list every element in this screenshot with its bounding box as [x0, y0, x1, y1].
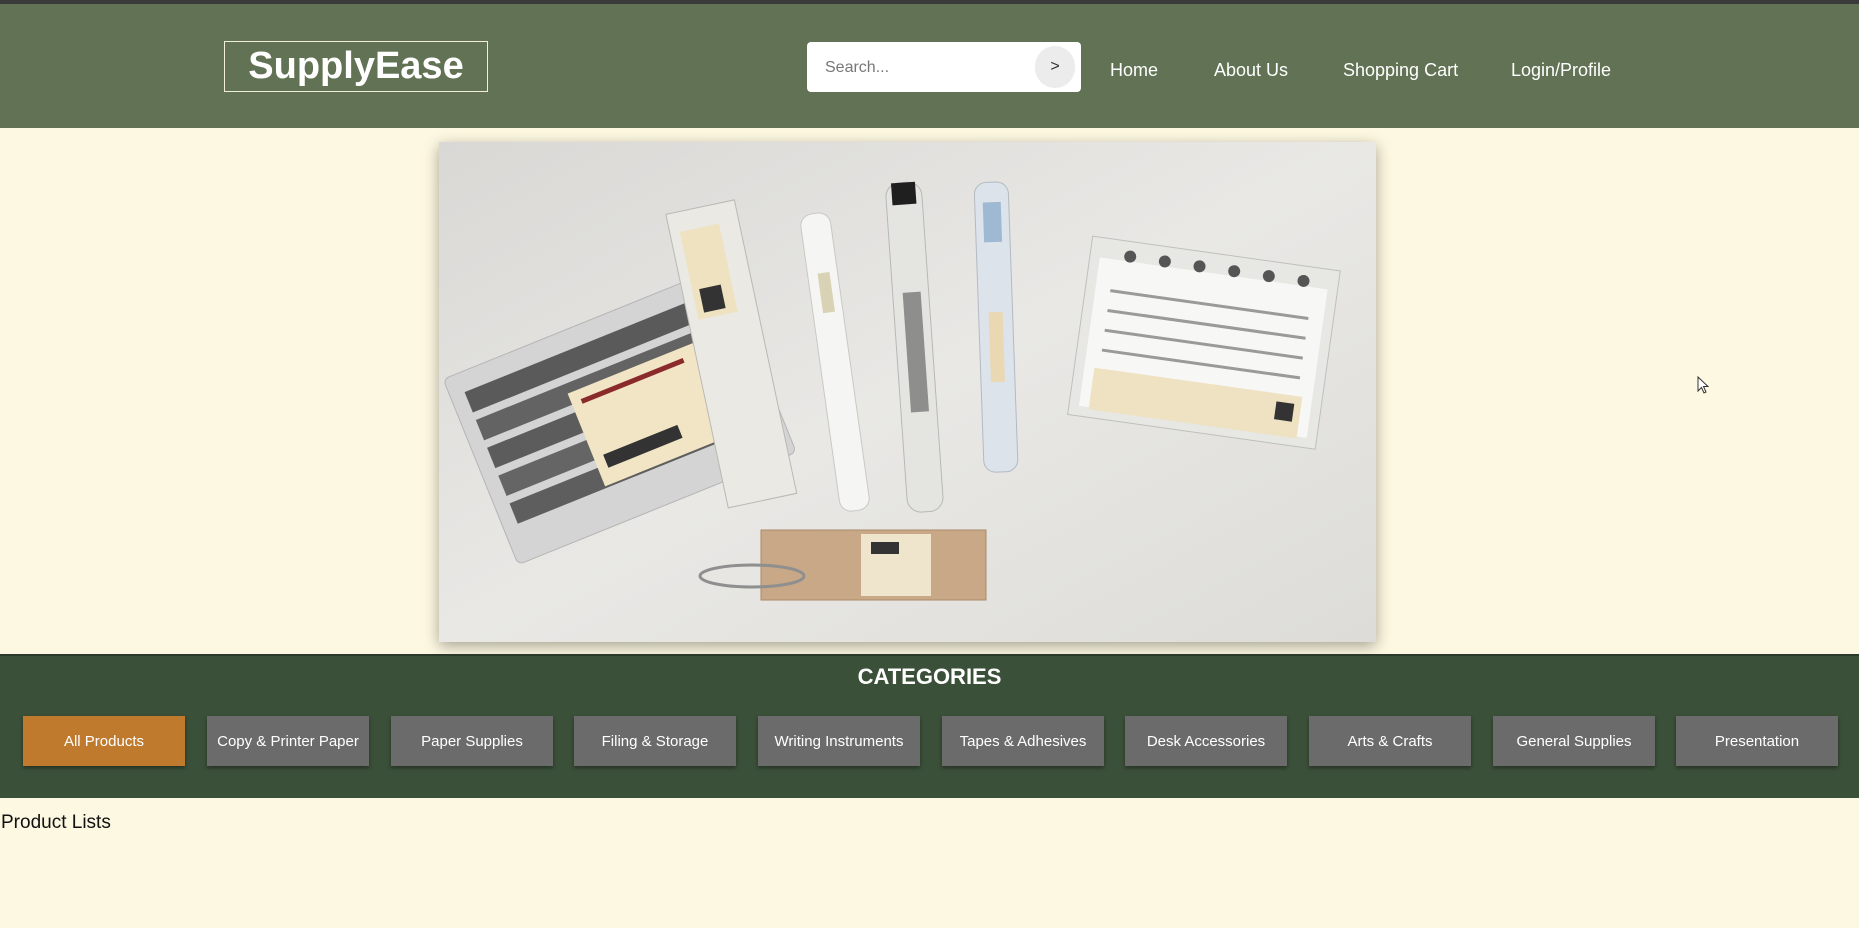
mouse-cursor-icon — [1697, 376, 1709, 394]
category-button-filing-storage[interactable]: Filing & Storage — [574, 716, 736, 766]
nav-about-link[interactable]: About Us — [1214, 60, 1288, 81]
site-logo[interactable]: SupplyEase — [224, 41, 488, 92]
category-button-general-supplies[interactable]: General Supplies — [1493, 716, 1655, 766]
category-button-all-products[interactable]: All Products — [23, 716, 185, 766]
hero-image — [439, 142, 1376, 642]
site-header: SupplyEase > Home About Us Shopping Cart… — [0, 4, 1859, 128]
category-button-copy-printer-paper[interactable]: Copy & Printer Paper — [207, 716, 369, 766]
category-button-tapes-adhesives[interactable]: Tapes & Adhesives — [942, 716, 1104, 766]
desk-calendar-illustration — [1067, 235, 1341, 450]
category-button-paper-supplies[interactable]: Paper Supplies — [391, 716, 553, 766]
nav-cart-link[interactable]: Shopping Cart — [1343, 60, 1458, 81]
category-button-arts-crafts[interactable]: Arts & Crafts — [1309, 716, 1471, 766]
categories-section: CATEGORIES All Products Copy & Printer P… — [0, 654, 1859, 798]
nav-home-link[interactable]: Home — [1110, 60, 1158, 81]
search-box: > — [807, 42, 1081, 92]
product-lists-heading: Product Lists — [1, 812, 111, 833]
categories-title: CATEGORIES — [857, 664, 1002, 689]
category-button-presentation[interactable]: Presentation — [1676, 716, 1838, 766]
nav-login-link[interactable]: Login/Profile — [1511, 60, 1611, 81]
search-submit-button[interactable]: > — [1035, 46, 1075, 88]
category-button-desk-accessories[interactable]: Desk Accessories — [1125, 716, 1287, 766]
search-input[interactable] — [823, 54, 1037, 82]
category-button-writing-instruments[interactable]: Writing Instruments — [758, 716, 920, 766]
